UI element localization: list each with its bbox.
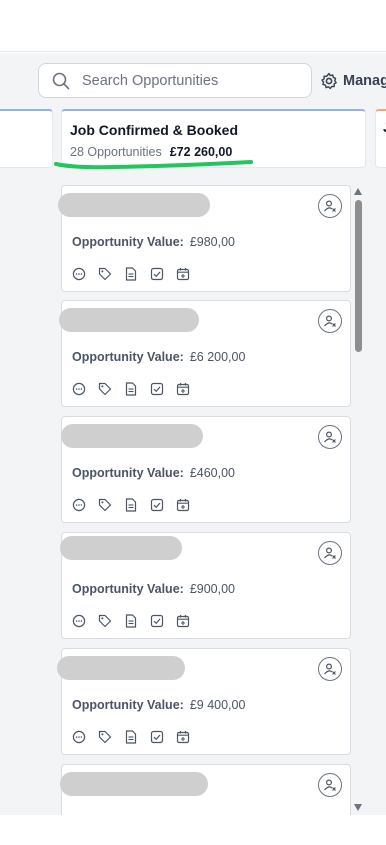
scrollbar-thumb[interactable] [355, 200, 362, 352]
column-title: Job Confirmed & Booked [70, 122, 239, 138]
gear-icon [321, 72, 337, 90]
unassign-user-icon[interactable] [318, 773, 342, 797]
opportunity-value-label: Opportunity Value: [72, 350, 184, 364]
redacted-name [60, 536, 182, 560]
column-header-next [375, 109, 386, 168]
document-icon[interactable] [124, 498, 138, 512]
opportunity-value-label: Opportunity Value: [72, 466, 184, 480]
unassign-user-icon[interactable] [318, 657, 342, 681]
redacted-name [60, 772, 208, 796]
opportunity-card[interactable]: Opportunity Value: £980,00 [58, 185, 351, 292]
calendar-add-icon[interactable] [176, 730, 190, 744]
document-icon[interactable] [124, 730, 138, 744]
redacted-name [59, 308, 199, 332]
opportunity-value-amount: £9 400,00 [189, 698, 246, 712]
opportunity-card[interactable]: Opportunity Value: £460,00 [61, 416, 351, 523]
opportunity-value-label: Opportunity Value: [72, 582, 184, 596]
document-icon[interactable] [124, 382, 138, 396]
search-input[interactable] [82, 72, 292, 89]
opportunity-card[interactable]: Opportunity Value: £6 200,00 [59, 300, 351, 407]
manage-button[interactable]: Manag [320, 70, 386, 92]
card-actions [72, 614, 190, 628]
chat-icon[interactable] [72, 382, 86, 396]
unassign-user-icon[interactable] [318, 194, 342, 218]
search-box[interactable] [38, 63, 312, 98]
column-header-previous [0, 109, 53, 168]
tag-icon[interactable] [98, 614, 112, 628]
opportunity-card[interactable] [60, 764, 351, 815]
unassign-user-icon[interactable] [318, 309, 342, 333]
opportunity-value-label: Opportunity Value: [72, 698, 184, 712]
redacted-name [61, 424, 203, 448]
opportunity-value-label: Opportunity Value: [72, 235, 184, 249]
chat-icon[interactable] [72, 730, 86, 744]
opportunity-value-amount: £6 200,00 [189, 350, 246, 364]
opportunity-value: Opportunity Value: £9 400,00 [72, 698, 245, 712]
document-icon[interactable] [124, 614, 138, 628]
unassign-user-icon[interactable] [318, 541, 342, 565]
checkbox-icon[interactable] [150, 382, 164, 396]
opportunity-value: Opportunity Value: £460,00 [72, 466, 235, 480]
tag-icon[interactable] [98, 267, 112, 281]
search-icon [52, 72, 70, 89]
card-actions [72, 730, 190, 744]
card-actions [72, 267, 190, 281]
card-actions [72, 382, 190, 396]
unassign-user-icon[interactable] [318, 425, 342, 449]
document-icon[interactable] [124, 267, 138, 281]
opportunity-value-amount: £460,00 [189, 466, 235, 480]
chat-icon[interactable] [72, 498, 86, 512]
calendar-add-icon[interactable] [176, 267, 190, 281]
checkbox-icon[interactable] [150, 267, 164, 281]
redacted-name [58, 193, 210, 217]
scroll-down-arrow[interactable] [354, 804, 362, 811]
checkbox-icon[interactable] [150, 614, 164, 628]
opportunity-value-amount: £980,00 [189, 235, 235, 249]
tag-icon[interactable] [98, 382, 112, 396]
calendar-add-icon[interactable] [176, 614, 190, 628]
calendar-add-icon[interactable] [176, 498, 190, 512]
highlight-underline [54, 160, 253, 170]
opportunity-value: Opportunity Value: £980,00 [72, 235, 235, 249]
tag-icon[interactable] [98, 498, 112, 512]
scroll-up-arrow[interactable] [354, 188, 362, 195]
opportunity-value: Opportunity Value: £900,00 [72, 582, 235, 596]
checkbox-icon[interactable] [150, 498, 164, 512]
opportunity-card[interactable]: Opportunity Value: £9 400,00 [57, 648, 351, 755]
opportunity-value: Opportunity Value: £6 200,00 [72, 350, 245, 364]
redacted-name [57, 656, 185, 680]
footer [0, 815, 386, 845]
calendar-add-icon[interactable] [176, 382, 190, 396]
manage-label: Manag [343, 73, 386, 89]
chat-icon[interactable] [72, 614, 86, 628]
top-bar [0, 0, 386, 52]
chat-icon[interactable] [72, 267, 86, 281]
card-actions [72, 498, 190, 512]
opportunity-value-amount: £900,00 [189, 582, 235, 596]
opportunity-card[interactable]: Opportunity Value: £900,00 [60, 532, 351, 639]
tag-icon[interactable] [98, 730, 112, 744]
checkbox-icon[interactable] [150, 730, 164, 744]
